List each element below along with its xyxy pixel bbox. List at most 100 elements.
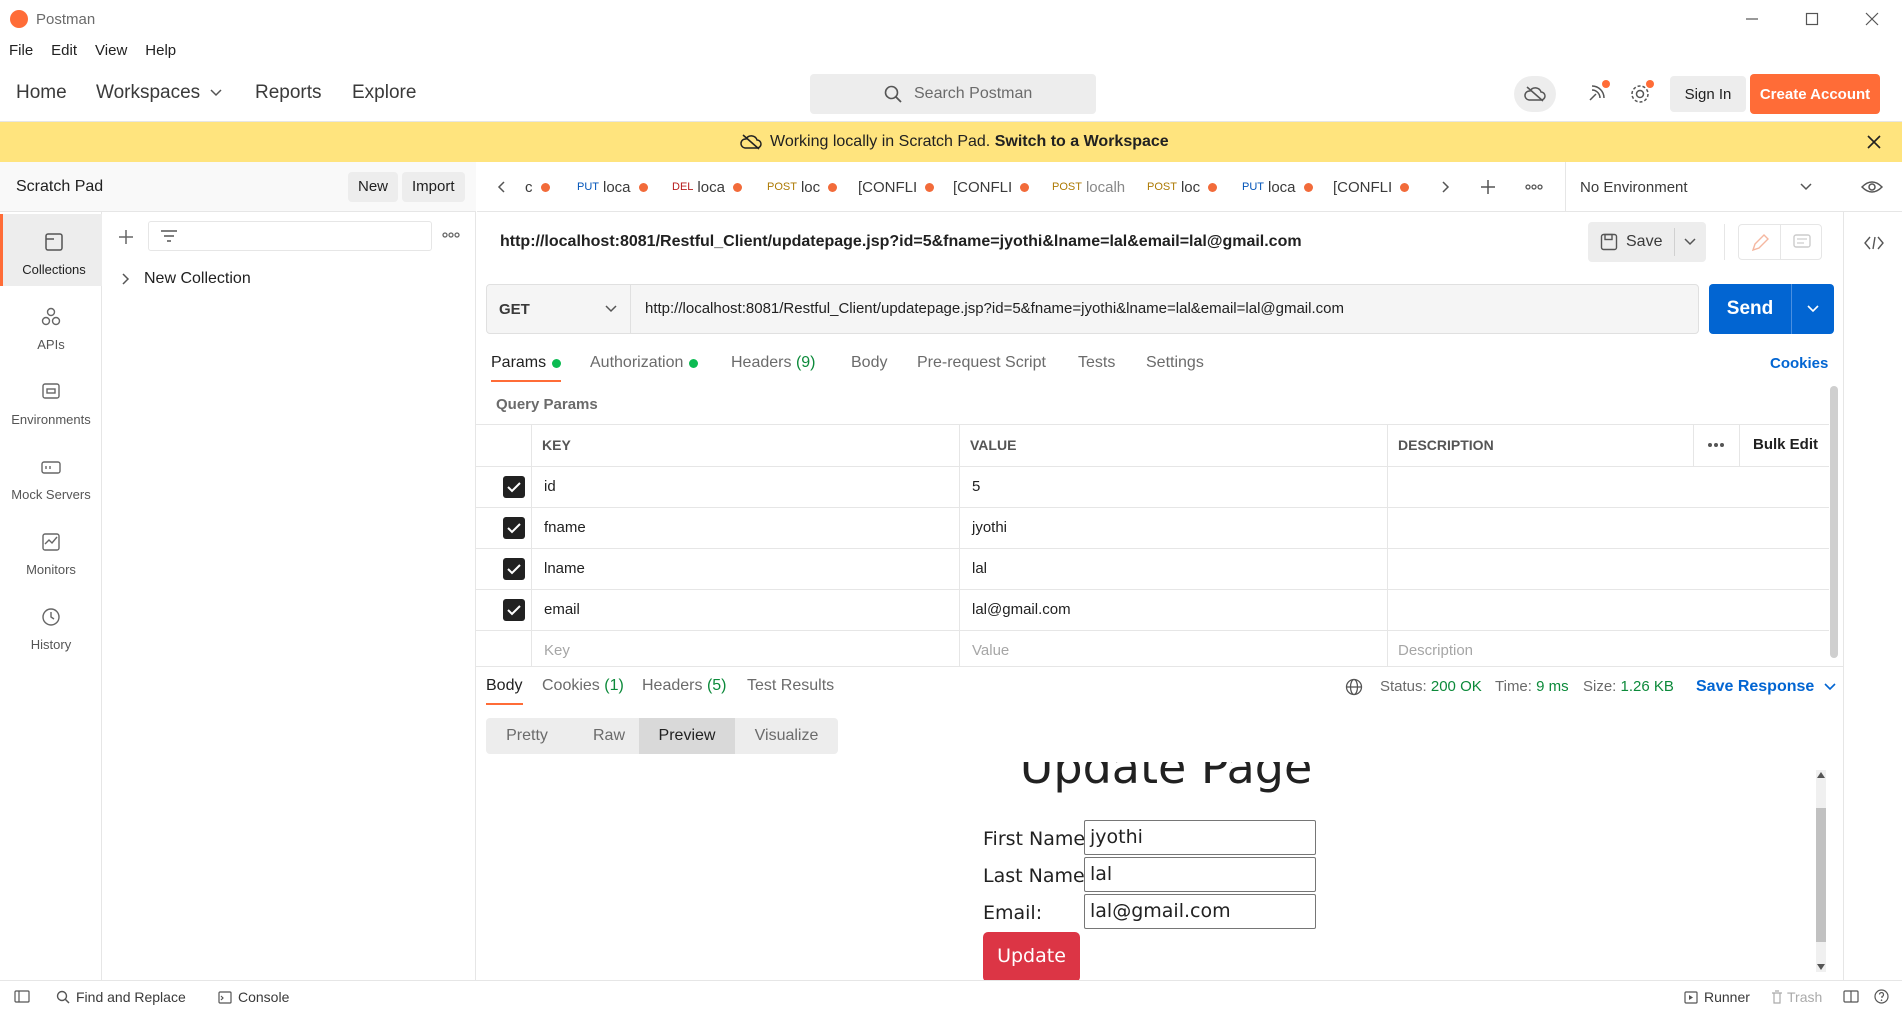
switch-workspace-link[interactable]: Switch to a Workspace [995,133,1169,150]
rail-apis[interactable]: APIs [0,289,102,361]
eye-icon[interactable] [1861,179,1883,195]
view-visualize[interactable]: Visualize [735,718,838,754]
sign-in-button[interactable]: Sign In [1670,76,1746,112]
request-tab[interactable]: POST localh [1052,162,1142,212]
new-button[interactable]: New [348,172,399,202]
close-icon[interactable] [1867,135,1881,149]
minimize-button[interactable] [1722,0,1782,38]
rail-mock-servers[interactable]: Mock Servers [0,439,102,511]
nav-home[interactable]: Home [16,82,67,104]
param-key[interactable]: lname [544,560,585,577]
value-placeholder[interactable]: Value [972,642,1009,659]
add-tab-icon[interactable] [1480,179,1496,195]
cookies-link[interactable]: Cookies [1770,355,1828,372]
response-size[interactable]: Size: 1.26 KB [1583,678,1674,695]
preview-scrollbar[interactable] [1816,770,1826,972]
import-button[interactable]: Import [402,172,465,202]
tab-tests[interactable]: Tests [1078,354,1115,372]
menu-edit[interactable]: Edit [42,38,86,64]
param-value[interactable]: lal@gmail.com [972,601,1071,618]
trash-button[interactable]: Trash [1771,989,1822,1005]
environment-selector[interactable]: No Environment [1580,162,1830,212]
menu-view[interactable]: View [86,38,136,64]
add-icon[interactable] [118,229,134,245]
request-tab[interactable]: DEL loca [672,162,754,212]
rail-collections[interactable]: Collections [0,214,102,286]
method-select[interactable]: GET [487,285,631,333]
scrollbar-thumb[interactable] [1830,386,1838,658]
close-window-button[interactable] [1842,0,1902,38]
request-tab[interactable]: PUT loca [577,162,659,212]
globe-icon[interactable] [1345,678,1363,696]
update-button[interactable]: Update [983,932,1080,980]
param-key[interactable]: id [544,478,556,495]
response-tab-cookies[interactable]: Cookies (1) [542,677,624,695]
tab-prerequest-script[interactable]: Pre-request Script [917,354,1046,372]
email-input[interactable]: lal@gmail.com [1084,894,1316,929]
create-account-button[interactable]: Create Account [1750,74,1880,114]
docs-toggle[interactable] [1738,224,1822,260]
more-icon[interactable] [1525,184,1543,190]
chevron-down-icon[interactable] [1684,238,1696,246]
param-value[interactable]: jyothi [972,519,1007,536]
chevron-left-icon[interactable] [497,181,505,193]
settings-button[interactable] [1624,76,1656,112]
code-icon[interactable] [1864,236,1884,250]
param-value[interactable]: 5 [972,478,980,495]
cloud-sync-button[interactable] [1514,76,1556,112]
chevron-right-icon[interactable] [1442,181,1450,193]
nav-explore[interactable]: Explore [352,82,416,104]
more-icon[interactable] [1707,442,1725,448]
response-status[interactable]: Status: 200 OK [1380,678,1482,695]
view-preview[interactable]: Preview [639,718,735,754]
view-raw[interactable]: Raw [568,718,650,754]
request-tab[interactable]: [CONFLI [858,162,948,212]
more-icon[interactable] [442,232,460,238]
pane-divider[interactable] [476,666,1843,667]
rail-environments[interactable]: Environments [0,364,102,436]
response-time[interactable]: Time: 9 ms [1495,678,1569,695]
search-box[interactable]: Search Postman [810,74,1096,114]
scrollbar-thumb[interactable] [1816,808,1826,942]
param-key[interactable]: fname [544,519,586,536]
description-placeholder[interactable]: Description [1398,642,1473,659]
last-name-input[interactable]: lal [1084,857,1316,892]
tab-settings[interactable]: Settings [1146,354,1204,372]
view-pretty[interactable]: Pretty [486,718,568,754]
maximize-button[interactable] [1782,0,1842,38]
nav-reports[interactable]: Reports [255,82,322,104]
bulk-edit-button[interactable]: Bulk Edit [1753,436,1818,453]
url-input[interactable]: http://localhost:8081/Restful_Client/upd… [645,300,1344,317]
save-button[interactable]: Save [1588,222,1674,262]
request-tab[interactable]: PUT loca [1242,162,1324,212]
tree-item-new-collection[interactable]: New Collection [122,270,251,288]
tab-params[interactable]: Params [491,354,562,372]
first-name-input[interactable]: jyothi [1084,820,1316,855]
tab-body[interactable]: Body [851,354,887,372]
request-tab[interactable]: POST loc [1147,162,1233,212]
request-tab[interactable]: [CONFLI [1333,162,1419,212]
param-checkbox[interactable] [503,558,525,580]
key-placeholder[interactable]: Key [544,642,570,659]
save-response-button[interactable]: Save Response [1696,678,1836,696]
request-tab[interactable]: c [525,162,585,212]
console-button[interactable]: Console [218,989,289,1005]
tab-authorization[interactable]: Authorization [590,354,699,372]
menu-file[interactable]: File [0,38,42,64]
chevron-down-icon[interactable] [1807,305,1819,313]
request-tab[interactable]: POST loc [767,162,853,212]
help-icon[interactable] [1874,989,1889,1004]
sidebar-toggle-icon[interactable] [14,990,30,1003]
satellite-button[interactable] [1580,76,1612,112]
rail-monitors[interactable]: Monitors [0,514,102,586]
filter-input[interactable] [148,221,432,251]
response-tab-headers[interactable]: Headers (5) [642,677,727,695]
rail-history[interactable]: History [0,589,102,661]
layout-icon[interactable] [1843,990,1859,1003]
tab-headers[interactable]: Headers (9) [731,354,816,372]
response-tab-test-results[interactable]: Test Results [747,677,834,695]
param-value[interactable]: lal [972,560,987,577]
param-checkbox[interactable] [503,476,525,498]
find-replace-button[interactable]: Find and Replace [56,989,186,1005]
runner-button[interactable]: Runner [1684,989,1750,1005]
